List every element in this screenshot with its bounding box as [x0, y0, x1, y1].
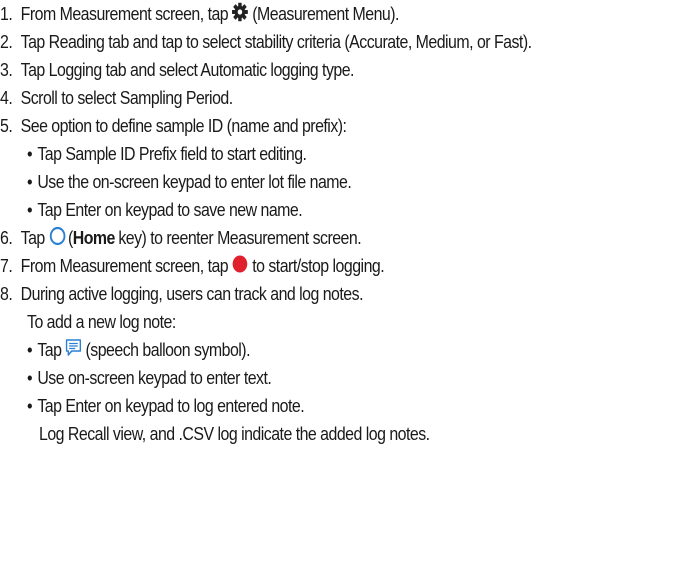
- step-2: 2. Tap Reading tab and tap to select sta…: [0, 28, 532, 56]
- step-5-bullet-1: • Tap Sample ID Prefix field to start ed…: [27, 140, 307, 168]
- bullet-text: Use the on-screen keypad to enter lot fi…: [37, 171, 352, 192]
- bullet-marker: •: [27, 339, 33, 360]
- bullet-text: Tap Sample ID Prefix field to start edit…: [37, 143, 307, 164]
- step-text: Scroll to select Sampling Period.: [20, 87, 234, 108]
- step-text: From Measurement screen, tap: [20, 255, 229, 276]
- bullet-marker: •: [27, 395, 33, 416]
- step-text: See option to define sample ID (name and…: [20, 115, 347, 136]
- step-8: 8. During active logging, users can trac…: [0, 280, 363, 308]
- step-number: 5.: [0, 115, 13, 136]
- step-number: 6.: [0, 227, 13, 248]
- step-text: Tap: [20, 227, 46, 248]
- gear-icon: [232, 2, 249, 27]
- step-number: 2.: [0, 31, 13, 52]
- step-text: During active logging, users can track a…: [20, 283, 364, 304]
- bullet-marker: •: [27, 171, 33, 192]
- bullet-text: Tap Enter on keypad to save new name.: [37, 199, 303, 220]
- step-8-continuation: To add a new log note:: [27, 308, 176, 336]
- speech-balloon-icon: [65, 338, 82, 362]
- step-text-end: key) to reenter Measurement screen.: [118, 227, 362, 248]
- tail-text: Log Recall view, and .CSV log indicate t…: [39, 423, 430, 444]
- step-7: 7. From Measurement screen, tap to start…: [0, 252, 385, 280]
- step-number: 8.: [0, 283, 13, 304]
- step-5-bullet-3: • Tap Enter on keypad to save new name.: [27, 196, 303, 224]
- bullet-text-end: (speech balloon symbol).: [85, 339, 251, 360]
- bullet-text: Tap: [37, 339, 62, 360]
- step-5-bullet-2: • Use the on-screen keypad to enter lot …: [27, 168, 352, 196]
- step-5: 5. See option to define sample ID (name …: [0, 112, 347, 140]
- bullet-marker: •: [27, 367, 33, 388]
- step-number: 1.: [0, 3, 13, 24]
- step-text-end: to start/stop logging.: [252, 255, 385, 276]
- step-number: 7.: [0, 255, 13, 276]
- step-text-end: (Measurement Menu).: [252, 3, 399, 24]
- step-8-bullet-2: • Use on-screen keypad to enter text.: [27, 364, 272, 392]
- step-8-bullet-3: • Tap Enter on keypad to log entered not…: [27, 392, 305, 420]
- home-key-label: Home: [72, 227, 116, 248]
- record-dot-icon: [232, 254, 249, 279]
- home-circle-icon: [49, 226, 66, 251]
- bullet-marker: •: [27, 143, 33, 164]
- step-8-bullet-1: • Tap (speech balloon symbol).: [27, 336, 251, 364]
- step-number: 3.: [0, 59, 13, 80]
- step-text-cont: To add a new log note:: [27, 311, 176, 332]
- bullet-text: Use on-screen keypad to enter text.: [37, 367, 272, 388]
- step-1: 1. From Measurement screen, tap (Measure…: [0, 0, 399, 28]
- step-text: From Measurement screen, tap: [20, 3, 229, 24]
- step-6: 6. Tap ( Home key) to reenter Measuremen…: [0, 224, 362, 252]
- step-text: Tap Logging tab and select Automatic log…: [20, 59, 355, 80]
- bullet-marker: •: [27, 199, 33, 220]
- step-4: 4. Scroll to select Sampling Period.: [0, 84, 233, 112]
- step-3: 3. Tap Logging tab and select Automatic …: [0, 56, 354, 84]
- step-text: Tap Reading tab and tap to select stabil…: [20, 31, 532, 52]
- bullet-text: Tap Enter on keypad to log entered note.: [37, 395, 305, 416]
- step-8-tail-note: Log Recall view, and .CSV log indicate t…: [39, 420, 430, 448]
- step-number: 4.: [0, 87, 13, 108]
- instructions-document: 1. From Measurement screen, tap (Measure…: [0, 0, 681, 561]
